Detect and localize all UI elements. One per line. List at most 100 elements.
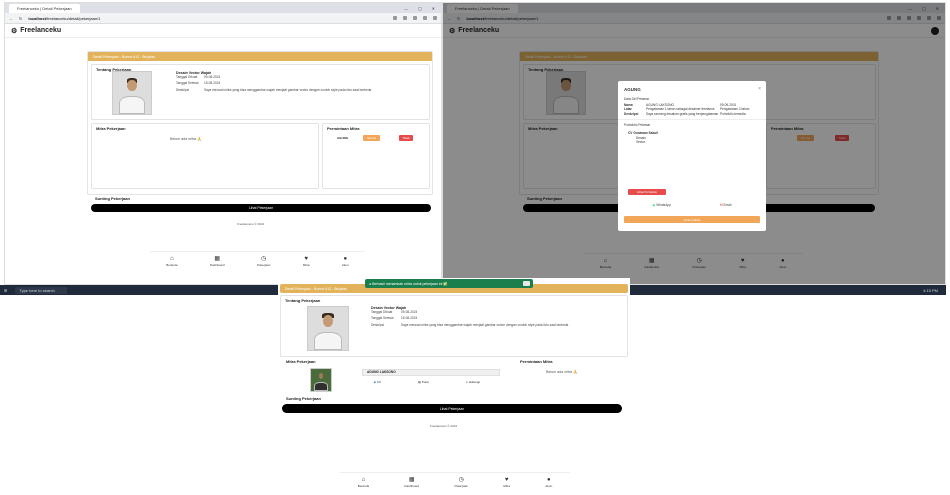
request-title: Permintaan Mitra bbox=[327, 126, 360, 131]
mitra-empty: Belum ada mitra 🙏 bbox=[170, 137, 202, 141]
clock-icon: ◷ bbox=[261, 256, 267, 262]
contact-link[interactable]: ● Hubungi bbox=[466, 380, 480, 384]
mitra-section: Mitra Pekerjaan Belum ada mitra 🙏 bbox=[91, 123, 319, 189]
about-title: Tentang Pekerjaan bbox=[285, 298, 321, 303]
view-job-button[interactable]: Lihat Pekerjaan bbox=[91, 204, 431, 212]
user-icon: ● bbox=[343, 256, 348, 262]
reject-button[interactable]: Tolak bbox=[399, 135, 413, 141]
page-accepted-mitra: Detail Pekerjaan - Nomor #12 - Berjalan … bbox=[278, 278, 630, 432]
job-details: Desain Vector Wajah Tanggal Dibuat 09-08-… bbox=[371, 306, 621, 327]
start-value: 09-08-2024 bbox=[204, 75, 221, 80]
clock-icon: ◷ bbox=[458, 477, 464, 483]
whatsapp-button[interactable]: ◉ WhatsApp bbox=[653, 203, 671, 207]
taskbar-search[interactable]: Type here to search bbox=[15, 286, 67, 294]
mitra-name: AGUNG LAKSONO bbox=[362, 369, 500, 376]
job-photo bbox=[307, 306, 349, 351]
applicant-modal: AGUNG × Data Diri Pelamar Nama AGUNG LAKS… bbox=[618, 81, 766, 231]
mitra-photo bbox=[310, 368, 332, 392]
folder-icon: ▤ bbox=[418, 380, 421, 384]
nav-dashboard[interactable]: ▦ Dashboard bbox=[210, 256, 225, 267]
browser-tabbar: Freelanceku | Detail Pekerjaan — ▢ ✕ bbox=[5, 3, 441, 13]
request-name: AGUNG bbox=[337, 136, 349, 140]
bottom-nav-standalone: ⌂ Beranda ▦ Dashboard ◷ Pekerjaan ♥ Mitra ● A… bbox=[340, 472, 570, 492]
footer-text: Freelanceku © 2024 bbox=[430, 424, 458, 428]
nav-mitra[interactable]: ♥ Mitra bbox=[303, 256, 310, 267]
home-icon: ⌂ bbox=[361, 477, 366, 483]
request-empty: Belum ada mitra 🙏 bbox=[546, 370, 578, 374]
cv-sub2: Vector bbox=[636, 140, 646, 145]
maximize-icon[interactable]: ▢ bbox=[418, 6, 422, 11]
mitra-title: Mitra Pekerjaan bbox=[96, 126, 126, 131]
edit-title: Sunting Pekerjaan bbox=[95, 196, 130, 201]
close-icon[interactable]: ✕ bbox=[432, 6, 435, 11]
browser-tab[interactable]: Freelanceku | Detail Pekerjaan bbox=[9, 3, 80, 13]
view-portfolio-button[interactable]: Lihat Portofolio bbox=[628, 189, 666, 195]
address-bar: ← ↻ localhost/freelanceku/detail/pekerjaa… bbox=[5, 13, 441, 24]
modal-section-title: Data Diri Pelamar bbox=[624, 97, 650, 101]
toast-text: Berhasil menambah mitra untuk pekerjaan … bbox=[372, 281, 448, 286]
bottom-nav: ⌂ Beranda ▦ Dashboard ◷ Pekerjaan ♥ Mitra ● A… bbox=[150, 251, 365, 271]
minimize-icon[interactable]: — bbox=[404, 6, 408, 11]
browser-window-left: Freelanceku | Detail Pekerjaan — ▢ ✕ ← ↻ lo… bbox=[4, 2, 442, 285]
job-header: Detail Pekerjaan - Nomor #12 - Berjalan bbox=[88, 52, 432, 61]
url-field[interactable]: localhost/freelanceku/detail/pekerjaan/1 bbox=[28, 16, 387, 21]
request-section: Permintaan Mitra AGUNG Terima Tolak bbox=[322, 123, 430, 189]
close-icon[interactable]: × bbox=[758, 86, 761, 92]
browser-window-right: Freelanceku | Detail Pekerjaan — ▢ ✕ ← ↻ lo… bbox=[442, 2, 946, 285]
phone-icon: ● bbox=[466, 380, 468, 384]
job-card: Detail Pekerjaan - Nomor #12 - Berjalan … bbox=[87, 51, 433, 195]
grid-icon: ▦ bbox=[408, 477, 415, 483]
grid-icon: ▦ bbox=[214, 256, 221, 262]
windows-icon[interactable]: ⊞ bbox=[4, 288, 7, 293]
about-section: Tentang Pekerjaan Desain Vector Wajah Ta… bbox=[91, 64, 430, 120]
job-photo bbox=[112, 71, 152, 115]
app-header: ⚙ Freelanceku bbox=[5, 24, 441, 38]
view-job-button[interactable]: Lihat Pekerjaan bbox=[282, 404, 622, 413]
about-section: Tentang Pekerjaan Desain Vector Wajah Ta… bbox=[280, 295, 628, 357]
gear-icon: ⚙ bbox=[11, 27, 18, 35]
toast-close-button[interactable] bbox=[523, 281, 530, 286]
nav-pekerjaan[interactable]: ◷ Pekerjaan bbox=[257, 256, 271, 267]
success-toast: ● Berhasil menambah mitra untuk pekerjaa… bbox=[365, 279, 533, 288]
whatsapp-icon: ◉ bbox=[652, 203, 656, 207]
home-icon: ⌂ bbox=[170, 256, 174, 262]
desc-value: Saya mencari mitra yang bisa menggambar … bbox=[204, 87, 372, 92]
porto-link[interactable]: ▤ Porto bbox=[418, 380, 429, 384]
accept-mitra-button[interactable]: Terima Mitra bbox=[624, 216, 760, 223]
start-label: Tanggal Dibuat bbox=[176, 75, 198, 80]
clock: 4:15 PM bbox=[923, 287, 938, 293]
heart-icon: ♥ bbox=[504, 477, 509, 483]
portfolio-title: Portofolio Pelamar bbox=[618, 119, 766, 130]
window-controls: — ▢ ✕ bbox=[404, 6, 441, 11]
footer-text: Freelanceku © 2024 bbox=[237, 222, 265, 226]
modal-title: AGUNG bbox=[624, 87, 641, 92]
accept-button[interactable]: Terima bbox=[363, 135, 380, 141]
deadline-label: Tanggal Selesai bbox=[176, 81, 199, 86]
nav-beranda[interactable]: ⌂ Beranda bbox=[358, 477, 369, 488]
edit-title: Sunting Pekerjaan bbox=[286, 396, 321, 401]
heart-icon: ♥ bbox=[304, 256, 308, 262]
modal-row: Deskripsi Saya seorang desainer grafis ya… bbox=[624, 111, 746, 116]
reload-icon[interactable]: ↻ bbox=[19, 16, 22, 21]
back-icon[interactable]: ← bbox=[9, 16, 13, 21]
extensions-bar bbox=[393, 16, 437, 20]
job-details: Desain Vector Wajah Tanggal Dibuat 09-08-… bbox=[176, 71, 426, 92]
email-button[interactable]: M Email bbox=[720, 203, 732, 207]
cv-link[interactable]: ■ CV bbox=[374, 380, 381, 384]
file-icon: ■ bbox=[374, 380, 376, 384]
desc-label: Deskripsi bbox=[176, 87, 190, 92]
nav-mitra[interactable]: ♥ Mitra bbox=[503, 477, 510, 488]
request-title: Permintaan Mitra bbox=[520, 359, 553, 364]
contact-row: ◉ WhatsApp M Email bbox=[628, 203, 756, 207]
deadline-value: 15-08-2024 bbox=[204, 81, 221, 86]
nav-dashboard[interactable]: ▦ Dashboard bbox=[404, 477, 419, 488]
nav-akun[interactable]: ● Akun bbox=[342, 256, 349, 267]
tab-title: Freelanceku | Detail Pekerjaan bbox=[17, 5, 72, 11]
user-icon: ● bbox=[547, 477, 551, 483]
nav-akun[interactable]: ● Akun bbox=[545, 477, 552, 488]
mail-icon: M bbox=[719, 203, 723, 207]
mitra-title: Mitra Pekerjaan bbox=[286, 359, 316, 364]
nav-pekerjaan[interactable]: ◷ Pekerjaan bbox=[454, 477, 468, 488]
brand-name[interactable]: Freelanceku bbox=[20, 27, 61, 34]
nav-beranda[interactable]: ⌂ Beranda bbox=[166, 256, 177, 267]
